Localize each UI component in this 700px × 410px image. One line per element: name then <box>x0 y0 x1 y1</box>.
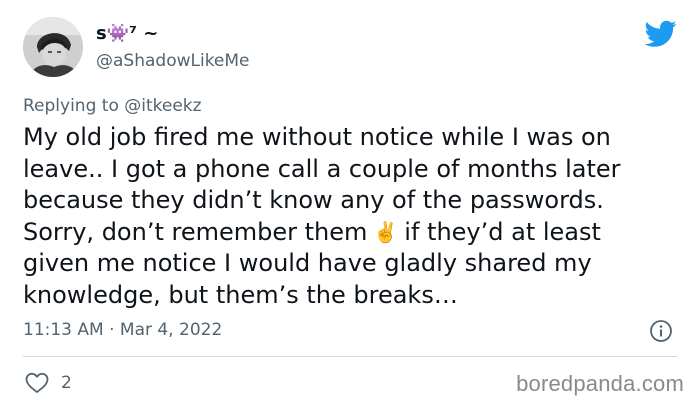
info-icon[interactable] <box>649 319 673 343</box>
display-name[interactable]: s👾⁷ ⁢⁢⁢⁢⁢~ <box>96 23 158 44</box>
tweet-line: because they didn’t know any of the pass… <box>23 186 604 215</box>
avatar[interactable] <box>23 17 83 77</box>
watermark: boredpanda.com <box>516 371 684 396</box>
tweet-card: s👾⁷ ⁢⁢⁢⁢⁢~ @aShadowLikeMe Replying to @i… <box>0 0 700 410</box>
divider <box>23 356 677 357</box>
like-count: 2 <box>61 373 72 393</box>
user-handle[interactable]: @aShadowLikeMe <box>96 51 250 71</box>
twitter-bird-icon[interactable] <box>645 20 677 48</box>
tweet-timestamp[interactable]: 11:13 AM · Mar 4, 2022 <box>23 320 222 340</box>
reply-mention-link[interactable]: @itkeekz <box>124 96 201 116</box>
tweet-line-with-emoji: Sorry, don’t remember them ✌️ if they’d at… <box>23 217 683 249</box>
tweet-text: My old job fired me without notice while… <box>23 122 683 312</box>
tweet-line: given me notice I would have gladly shar… <box>23 249 592 278</box>
victory-hand-emoji: ✌️ <box>373 219 399 244</box>
heart-icon[interactable] <box>25 372 49 394</box>
tweet-line: leave.. I got a phone call a couple of m… <box>23 154 621 183</box>
replying-to: Replying to @itkeekz <box>23 96 202 116</box>
replying-to-prefix: Replying to <box>23 96 119 116</box>
avatar-photo <box>23 17 83 77</box>
tweet-line: My old job fired me without notice while… <box>23 123 611 151</box>
tweet-line: knowledge, but them’s the breaks… <box>23 280 458 309</box>
tweet-line-part: if they’d at least <box>404 217 601 246</box>
tweet-line-part: Sorry, don’t remember them <box>23 217 368 246</box>
